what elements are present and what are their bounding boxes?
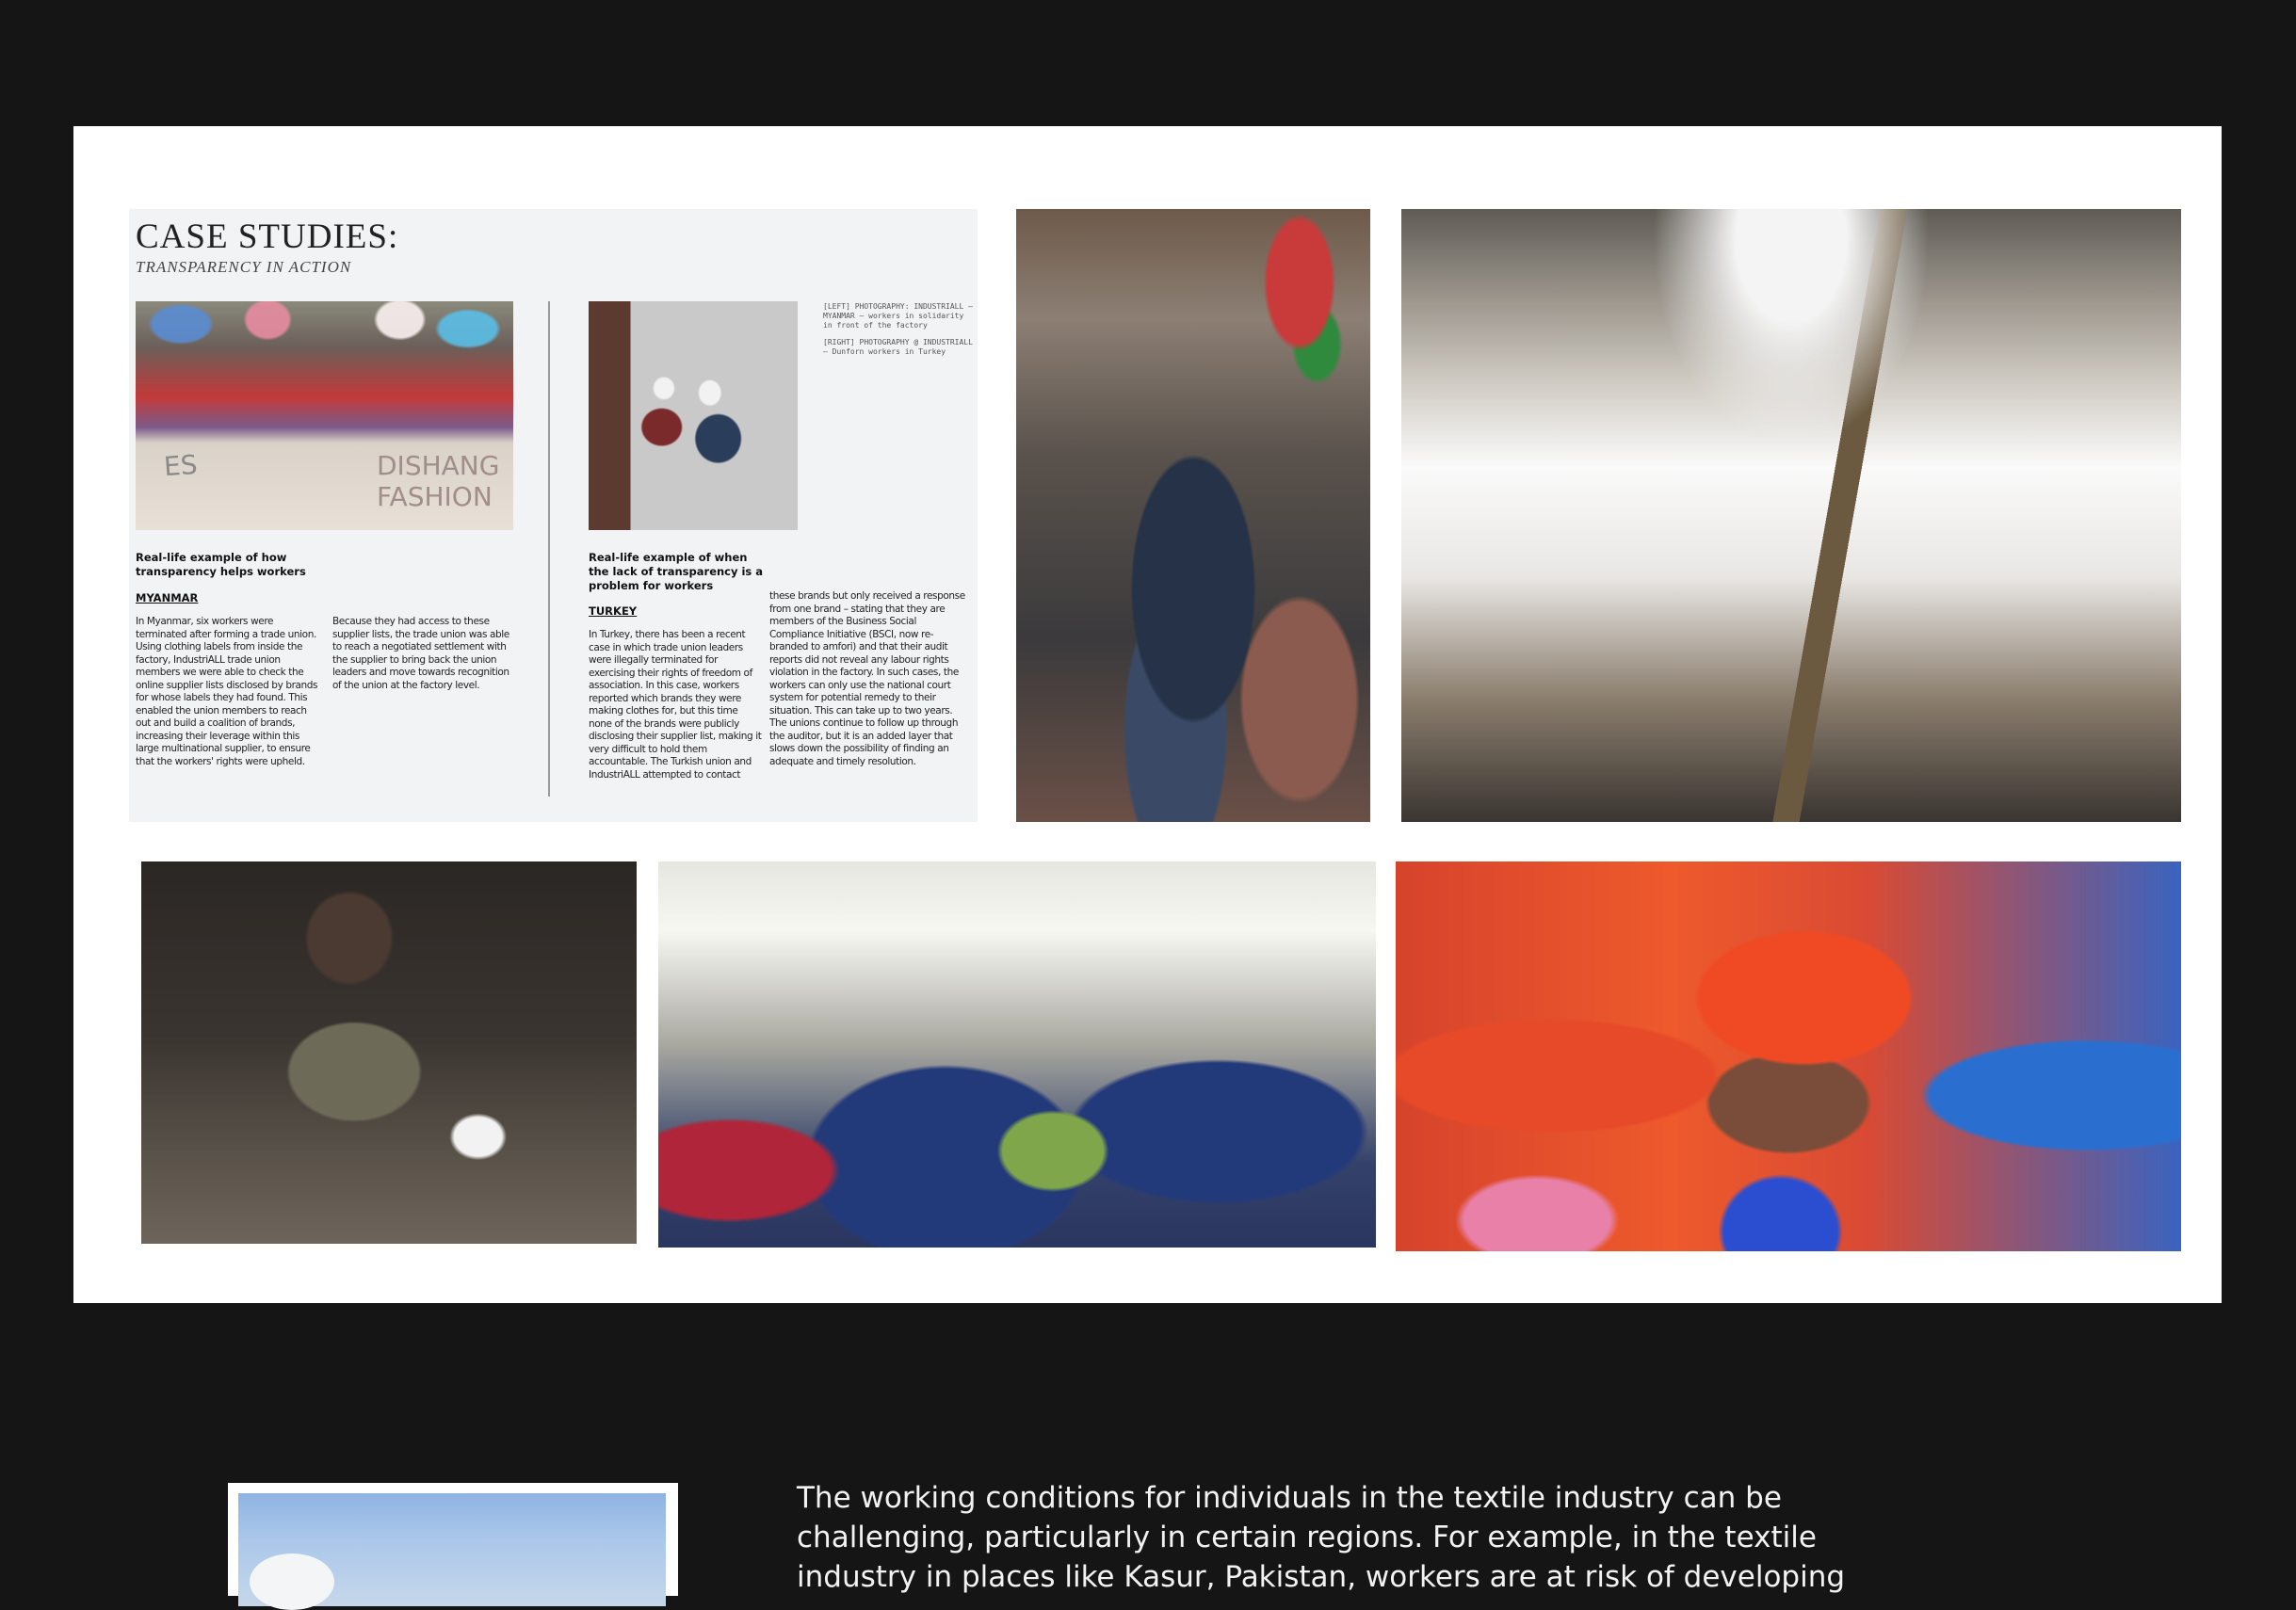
case-study-spread[interactable]: CASE STUDIES: TRANSPARENCY IN ACTION ES … [129, 209, 978, 822]
myanmar-tag: MYANMAR [136, 591, 199, 604]
factory-floor-photo[interactable] [1401, 209, 2181, 822]
image-gallery-panel: CASE STUDIES: TRANSPARENCY IN ACTION ES … [73, 126, 2222, 1303]
turkey-workers-photo [589, 301, 798, 530]
body-paragraph: The working conditions for individuals i… [797, 1481, 1846, 1594]
article-image-card[interactable] [228, 1483, 678, 1610]
myanmar-body-a: In Myanmar, six workers were terminated … [136, 616, 318, 767]
cloud-shape [250, 1554, 334, 1610]
turkey-heading: Real-life example of when the lack of tr… [589, 551, 764, 592]
protest-workers-photo[interactable] [1396, 861, 2181, 1251]
myanmar-body-b: Because they had access to these supplie… [332, 616, 509, 691]
turkey-body-a: In Turkey, there has been a recent case … [589, 629, 762, 781]
rubble-clothing-photo[interactable] [1016, 209, 1370, 822]
protest-sign-left: ES [162, 448, 199, 483]
sky-photo [238, 1493, 666, 1610]
credit-right: [RIGHT] PHOTOGRAPHY @ INDUSTRIALL – Dunf… [823, 338, 973, 356]
myanmar-protest-photo: ES DISHANG FASHION [136, 301, 513, 530]
garment-workers-photo[interactable] [658, 861, 1376, 1248]
column-divider [548, 301, 550, 797]
spread-title: CASE STUDIES: [136, 217, 399, 256]
protest-sign-right: DISHANG FASHION [377, 450, 500, 512]
artisan-sewing-photo[interactable] [141, 861, 637, 1244]
credit-left: [LEFT] PHOTOGRAPHY: INDUSTRIALL – MYANMA… [823, 302, 973, 330]
photo-credits: [LEFT] PHOTOGRAPHY: INDUSTRIALL – MYANMA… [823, 302, 974, 364]
spread-subtitle: TRANSPARENCY IN ACTION [136, 258, 352, 276]
turkey-tag: TURKEY [589, 604, 638, 618]
myanmar-heading: Real-life example of how transparency he… [136, 551, 306, 578]
turkey-body-b: these brands but only received a respons… [769, 590, 965, 767]
